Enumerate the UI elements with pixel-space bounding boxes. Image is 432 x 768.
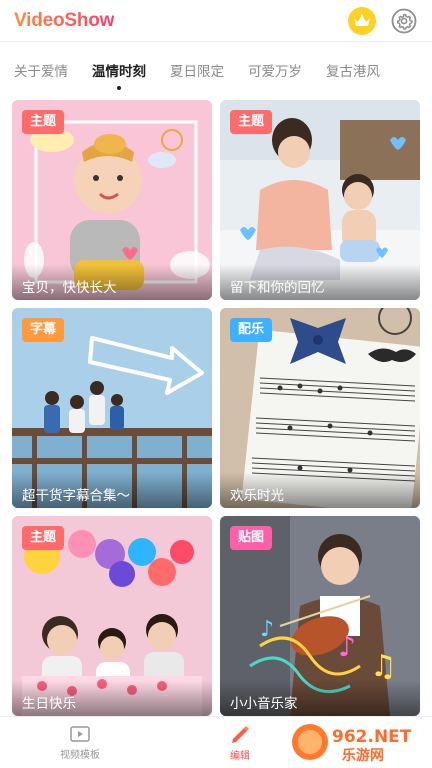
tab-label: 关于爱情 (14, 64, 68, 80)
card-title: 欢乐时光 (220, 472, 420, 508)
crown-icon (354, 13, 370, 26)
tab-cute[interactable]: 可爱万岁 (248, 52, 302, 96)
template-card[interactable]: 配乐 欢乐时光 (220, 308, 420, 508)
badge: 主题 (22, 526, 65, 550)
app-logo: VideoShow (14, 9, 115, 31)
badge: 主题 (230, 110, 273, 134)
template-card[interactable]: ♪ ♫ ♪ 贴图 小小音乐家 (220, 516, 420, 716)
vip-button[interactable] (348, 6, 376, 35)
nav-label: 视频模板 (60, 749, 100, 761)
tab-love[interactable]: 关于爱情 (14, 52, 68, 96)
tab-label: 温情时刻 (92, 64, 146, 80)
template-card[interactable]: 主题 留下和你的回忆 (220, 100, 420, 300)
tab-retro-hk[interactable]: 复古港风 (326, 52, 380, 96)
badge: 配乐 (230, 318, 273, 342)
badge: 主题 (22, 110, 65, 134)
tab-summer[interactable]: 夏日限定 (170, 52, 224, 96)
app-screen: VideoShow 关于爱情 温情时刻 夏日限定 可爱万岁 复古港风 主题 宝贝… (0, 0, 432, 768)
active-tab-indicator (117, 86, 121, 90)
tab-label: 可爱万岁 (248, 64, 302, 80)
header-actions (348, 6, 418, 35)
card-title: 宝贝，快快长大 (12, 264, 212, 300)
settings-button[interactable] (390, 7, 418, 35)
badge: 贴图 (230, 526, 273, 550)
watermark-site: 乐游网 (342, 747, 384, 764)
template-card[interactable]: 主题 宝贝，快快长大 (12, 100, 212, 300)
watermark-brand: 962.NET (332, 727, 412, 747)
template-card[interactable]: 字幕 超干货字幕合集～ (12, 308, 212, 508)
card-title: 超干货字幕合集～ (12, 472, 212, 508)
nav-label: 编辑 (230, 750, 250, 762)
svg-text:♫: ♫ (370, 649, 397, 684)
tab-label: 夏日限定 (170, 64, 224, 80)
edit-pencil-icon (232, 725, 249, 743)
card-title: 生日快乐 (12, 680, 212, 716)
site-watermark: 962.NET 乐游网 (288, 720, 426, 764)
top-bar: VideoShow (0, 0, 432, 42)
card-title: 留下和你的回忆 (220, 264, 420, 300)
tab-label: 复古港风 (326, 64, 380, 80)
nav-video-templates[interactable]: 视频模板 (0, 717, 160, 768)
svg-text:♪: ♪ (260, 617, 274, 642)
video-template-icon (70, 725, 90, 742)
category-tabs: 关于爱情 温情时刻 夏日限定 可爱万岁 复古港风 (0, 52, 432, 96)
gear-icon (391, 8, 417, 33)
template-card[interactable]: 主题 生日快乐 (12, 516, 212, 716)
badge: 字幕 (22, 318, 65, 342)
tab-warm-moments[interactable]: 温情时刻 (92, 52, 146, 96)
card-title: 小小音乐家 (220, 680, 420, 716)
svg-text:♪: ♪ (338, 630, 356, 663)
